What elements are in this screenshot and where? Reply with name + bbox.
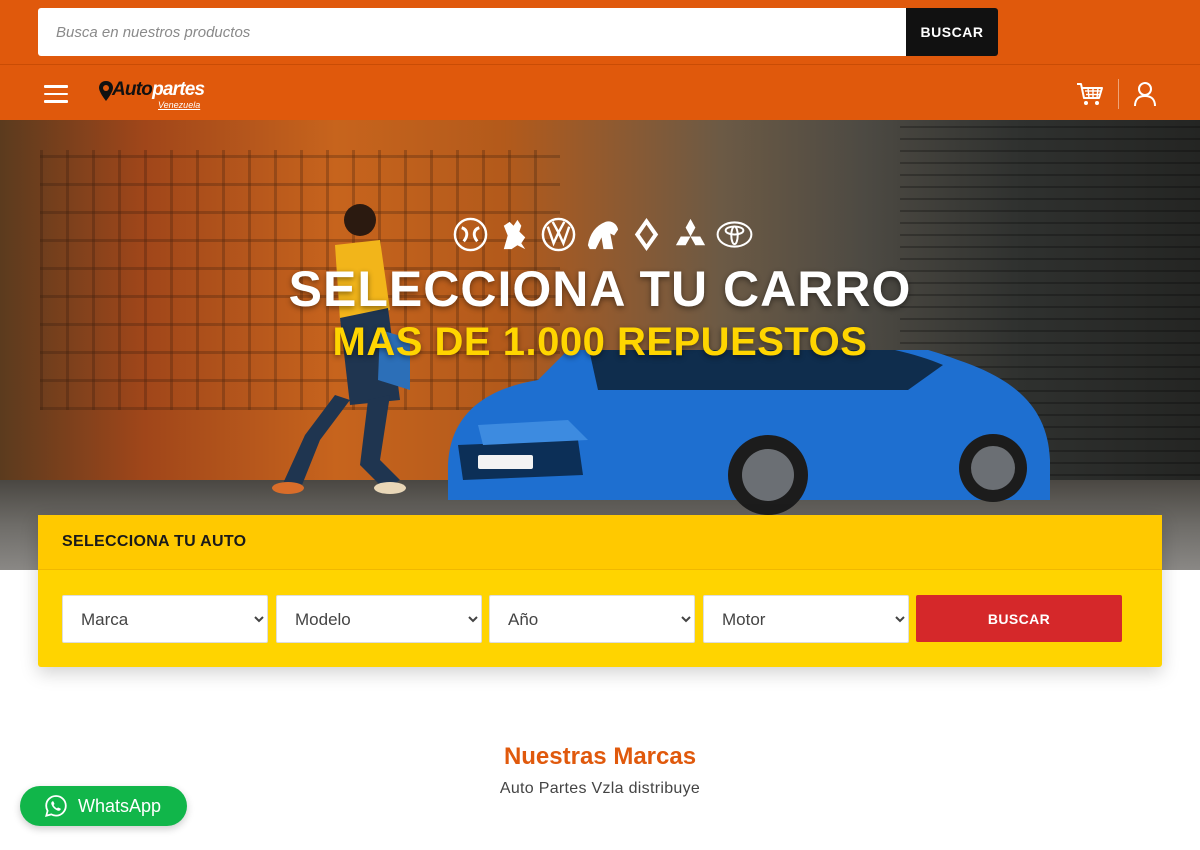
vehicle-selector: SELECCIONA TU AUTO Marca Modelo Año Moto… xyxy=(38,515,1162,667)
peugeot-logo-icon xyxy=(503,219,526,250)
motor-select[interactable]: Motor xyxy=(703,595,909,643)
nav-divider xyxy=(1118,79,1119,109)
brands-section-title: Nuestras Marcas xyxy=(503,743,697,770)
whatsapp-label: WhatsApp xyxy=(78,795,162,816)
menu-icon[interactable] xyxy=(44,85,68,103)
car-brand-logos xyxy=(452,216,753,256)
logo-wordmark: Autopartes xyxy=(112,79,205,100)
product-search-input[interactable] xyxy=(38,8,906,56)
modelo-select[interactable]: Modelo xyxy=(276,595,482,643)
dongfeng-logo-icon xyxy=(453,217,488,252)
search-button[interactable]: BUSCAR xyxy=(906,8,998,56)
autopartes-logo[interactable]: Autopartes Venezuela xyxy=(96,77,216,111)
toyota-logo-icon xyxy=(716,221,753,248)
hero-title: SELECCIONA TU CARRO xyxy=(288,261,912,317)
whatsapp-icon xyxy=(45,795,67,817)
anio-select[interactable]: Año xyxy=(489,595,695,643)
selector-heading: SELECCIONA TU AUTO xyxy=(38,515,1162,570)
mitsubishi-logo-icon xyxy=(675,218,706,246)
cart-icon[interactable] xyxy=(1076,81,1104,107)
blue-car-illustration xyxy=(448,350,1050,515)
renault-logo-icon xyxy=(634,217,659,252)
hero-banner: SELECCIONA TU CARRO MAS DE 1.000 REPUEST… xyxy=(0,120,1200,570)
logo-subtitle: Venezuela xyxy=(158,100,201,110)
user-icon[interactable] xyxy=(1133,81,1157,107)
main-navbar: Autopartes Venezuela xyxy=(0,64,1200,120)
vehicle-search-button[interactable]: BUSCAR xyxy=(916,595,1122,642)
top-search-bar: BUSCAR xyxy=(0,0,1200,64)
horse-logo-icon xyxy=(587,221,619,250)
marca-select[interactable]: Marca xyxy=(62,595,268,643)
volkswagen-logo-icon xyxy=(541,217,576,252)
whatsapp-button[interactable]: WhatsApp xyxy=(20,786,187,826)
hero-subtitle: MAS DE 1.000 REPUESTOS xyxy=(332,320,868,364)
